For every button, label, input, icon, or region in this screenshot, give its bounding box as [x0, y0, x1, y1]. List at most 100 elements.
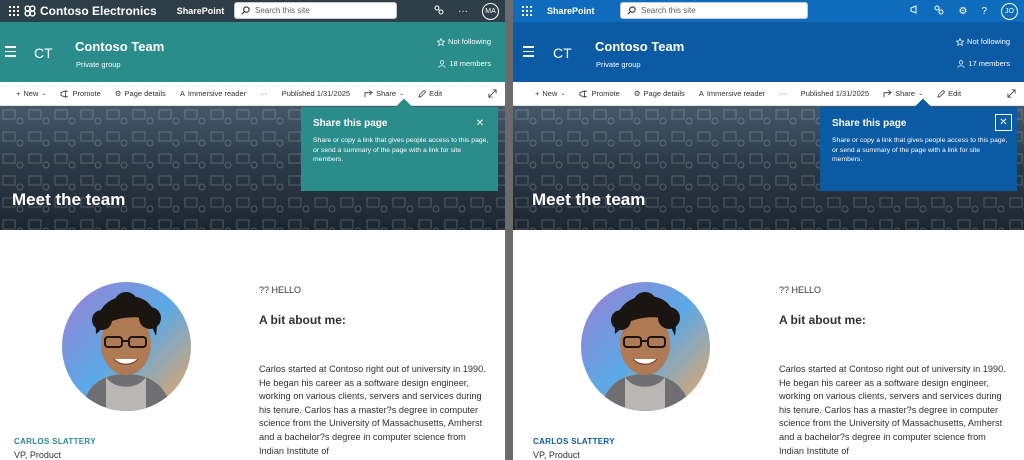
pencil-icon: [937, 89, 946, 98]
share-icon: [883, 89, 892, 97]
suite-actions: ··· MA: [434, 0, 499, 22]
megaphone-icon: [579, 89, 588, 98]
immersive-reader-icon: A: [179, 89, 185, 98]
person-icon: [438, 59, 446, 68]
command-bar: + New ⌄ Promote ⚙ Page details A Immersive r…: [513, 82, 1024, 106]
search-box[interactable]: Search this site: [234, 2, 397, 19]
chevron-down-icon: ⌄: [918, 91, 924, 97]
gear-icon: ⚙: [633, 89, 641, 98]
page-details-button[interactable]: ⚙ Page details: [634, 89, 685, 98]
app-launcher-icon[interactable]: [4, 6, 24, 16]
members-button[interactable]: 17 members: [957, 59, 1010, 68]
app-launcher-icon[interactable]: [517, 6, 537, 16]
new-label: New: [23, 89, 39, 98]
command-bar: + New ⌄ Promote ⚙ Page details A Immersive r…: [0, 82, 505, 106]
chevron-down-icon: ⌄: [560, 91, 566, 97]
about-heading: A bit about me:: [779, 313, 866, 327]
search-placeholder: Search this site: [641, 6, 696, 15]
more-options-icon[interactable]: ···: [458, 6, 468, 17]
site-subtitle: Private group: [596, 60, 641, 69]
person-role: VP, Product: [14, 450, 61, 460]
new-button[interactable]: + New ⌄: [16, 89, 46, 98]
share-network-icon[interactable]: [434, 5, 444, 18]
site-header: CT Contoso Team Private group Not follow…: [0, 22, 505, 82]
hello-text: ?? HELLO: [779, 285, 822, 295]
plus-icon: +: [16, 89, 21, 98]
megaphone-icon: [60, 89, 69, 98]
site-logo[interactable]: CT: [34, 45, 53, 61]
search-placeholder: Search this site: [255, 6, 310, 15]
app-name[interactable]: SharePoint: [177, 6, 225, 16]
right-sharepoint-window: SharePoint Search this site ⚙ ? JO CT Co…: [513, 0, 1024, 460]
bubble-text: Share or copy a link that gives people a…: [832, 137, 1008, 163]
nav-menu-icon[interactable]: [523, 46, 534, 60]
page-details-label: Page details: [124, 89, 166, 98]
share-icon: [364, 89, 373, 97]
person-role: VP, Product: [533, 450, 580, 460]
site-title[interactable]: Contoso Team: [595, 39, 684, 54]
follow-label: Not following: [967, 37, 1010, 46]
avatar[interactable]: JO: [1001, 2, 1018, 20]
share-label: Share: [895, 89, 916, 98]
close-icon[interactable]: ✕: [995, 114, 1012, 131]
site-title[interactable]: Contoso Team: [75, 39, 164, 54]
share-network-icon[interactable]: [934, 5, 944, 18]
profile-photo: [62, 282, 191, 411]
expand-icon[interactable]: [488, 89, 497, 100]
suite-bar: Contoso Electronics SharePoint Search th…: [0, 0, 505, 22]
page-details-button[interactable]: ⚙ Page details: [115, 89, 166, 98]
edit-label: Edit: [429, 89, 443, 98]
chevron-down-icon: ⌄: [399, 91, 405, 97]
promote-button[interactable]: Promote: [579, 89, 620, 98]
edit-button[interactable]: Edit: [418, 89, 442, 98]
bio-text: Carlos started at Contoso right out of u…: [259, 364, 486, 456]
plus-icon: +: [535, 89, 540, 98]
immersive-reader-button[interactable]: A Immersive reader: [699, 89, 765, 98]
org-brand-label: Contoso Electronics: [40, 4, 157, 18]
promote-button[interactable]: Promote: [60, 89, 101, 98]
help-icon[interactable]: ?: [981, 6, 987, 17]
published-status: Published 1/31/2025: [800, 89, 870, 98]
person-name[interactable]: CARLOS SLATTERY: [533, 437, 615, 446]
members-label: 18 members: [449, 59, 491, 68]
follow-button[interactable]: Not following: [956, 37, 1010, 46]
star-icon: [437, 37, 446, 46]
bubble-text: Share or copy a link that gives people a…: [313, 137, 489, 163]
search-icon: [241, 6, 250, 15]
banner-heading: Meet the team: [12, 190, 126, 209]
share-button[interactable]: Share ⌄: [883, 89, 923, 98]
avatar[interactable]: MA: [482, 2, 499, 20]
screenshot-comparison: Contoso Electronics SharePoint Search th…: [0, 0, 1024, 460]
expand-icon[interactable]: [1007, 89, 1016, 100]
immersive-label: Immersive reader: [187, 89, 247, 98]
pencil-icon: [418, 89, 427, 98]
megaphone-icon[interactable]: [910, 5, 920, 17]
immersive-reader-button[interactable]: A Immersive reader: [180, 89, 246, 98]
edit-button[interactable]: Edit: [937, 89, 961, 98]
page-details-label: Page details: [643, 89, 685, 98]
promote-label: Promote: [591, 89, 620, 98]
new-label: New: [542, 89, 558, 98]
more-commands-button[interactable]: ···: [779, 89, 787, 98]
page-content: CARLOS SLATTERY VP, Product ?? HELLO A b…: [0, 230, 505, 460]
search-box[interactable]: Search this site: [620, 2, 808, 19]
new-button[interactable]: + New ⌄: [535, 89, 565, 98]
banner-heading: Meet the team: [532, 190, 646, 209]
org-brand[interactable]: Contoso Electronics: [24, 4, 157, 18]
nav-menu-icon[interactable]: [5, 46, 16, 60]
members-label: 17 members: [968, 59, 1010, 68]
chevron-down-icon: ⌄: [41, 91, 47, 97]
suite-bar: SharePoint Search this site ⚙ ? JO: [513, 0, 1024, 22]
follow-button[interactable]: Not following: [437, 37, 491, 46]
bubble-title: Share this page: [832, 118, 907, 129]
more-commands-button[interactable]: ···: [260, 89, 268, 98]
bio-text: Carlos started at Contoso right out of u…: [779, 364, 1006, 456]
settings-icon[interactable]: ⚙: [958, 6, 967, 17]
close-icon[interactable]: ✕: [473, 116, 487, 130]
site-logo[interactable]: CT: [553, 45, 572, 61]
person-name[interactable]: CARLOS SLATTERY: [14, 437, 96, 446]
share-button[interactable]: Share ⌄: [364, 89, 404, 98]
app-name[interactable]: SharePoint: [547, 6, 595, 16]
follow-label: Not following: [448, 37, 491, 46]
members-button[interactable]: 18 members: [438, 59, 491, 68]
